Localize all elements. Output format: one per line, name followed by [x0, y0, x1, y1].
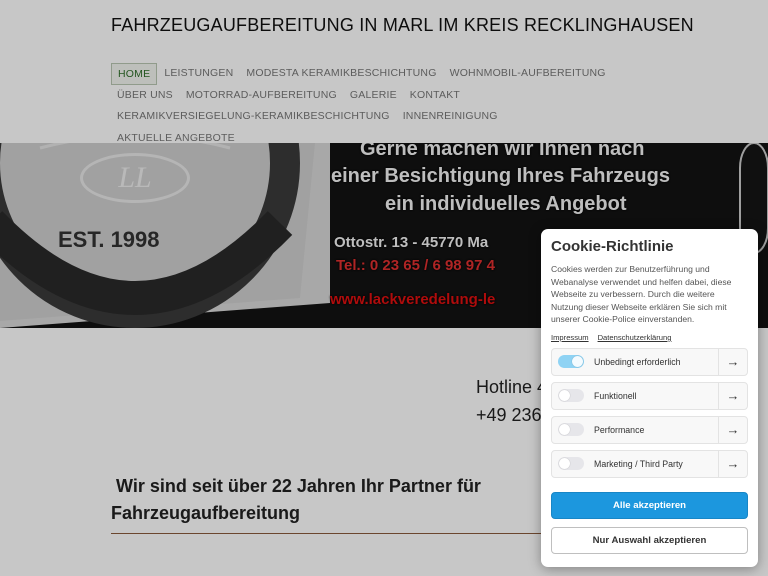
cookie-dialog: Cookie-Richtlinie Cookies werden zur Ben…: [541, 229, 758, 567]
accept-selection-button[interactable]: Nur Auswahl akzeptieren: [551, 526, 748, 554]
toggle-necessary[interactable]: [558, 355, 584, 369]
impressum-link[interactable]: Impressum: [551, 333, 589, 342]
toggle-knob: [559, 390, 570, 402]
cookie-links: Impressum Datenschutzerklärung: [551, 333, 748, 342]
category-label-necessary: Unbedingt erforderlich: [594, 356, 681, 367]
category-label-marketing: Marketing / Third Party: [594, 458, 683, 469]
privacy-link[interactable]: Datenschutzerklärung: [598, 333, 672, 342]
cookie-category-functional[interactable]: Funktionell →: [551, 381, 748, 410]
toggle-knob: [559, 458, 570, 470]
toggle-knob: [572, 356, 583, 368]
category-label-performance: Performance: [594, 424, 645, 435]
category-label-functional: Funktionell: [594, 390, 637, 401]
toggle-marketing[interactable]: [558, 457, 584, 471]
arrow-right-icon[interactable]: →: [718, 382, 747, 409]
toggle-functional[interactable]: [558, 389, 584, 403]
arrow-right-icon[interactable]: →: [718, 348, 747, 375]
cookie-category-performance[interactable]: Performance →: [551, 415, 748, 444]
cookie-description: Cookies werden zur Benutzerführung und W…: [551, 264, 732, 325]
cookie-category-marketing[interactable]: Marketing / Third Party →: [551, 449, 748, 478]
toggle-performance[interactable]: [558, 423, 584, 437]
arrow-right-icon[interactable]: →: [718, 416, 747, 443]
cookie-category-necessary[interactable]: Unbedingt erforderlich →: [551, 347, 748, 376]
toggle-knob: [559, 424, 570, 436]
accept-all-button[interactable]: Alle akzeptieren: [551, 491, 748, 519]
cookie-title: Cookie-Richtlinie: [551, 238, 674, 255]
arrow-right-icon[interactable]: →: [718, 450, 747, 477]
